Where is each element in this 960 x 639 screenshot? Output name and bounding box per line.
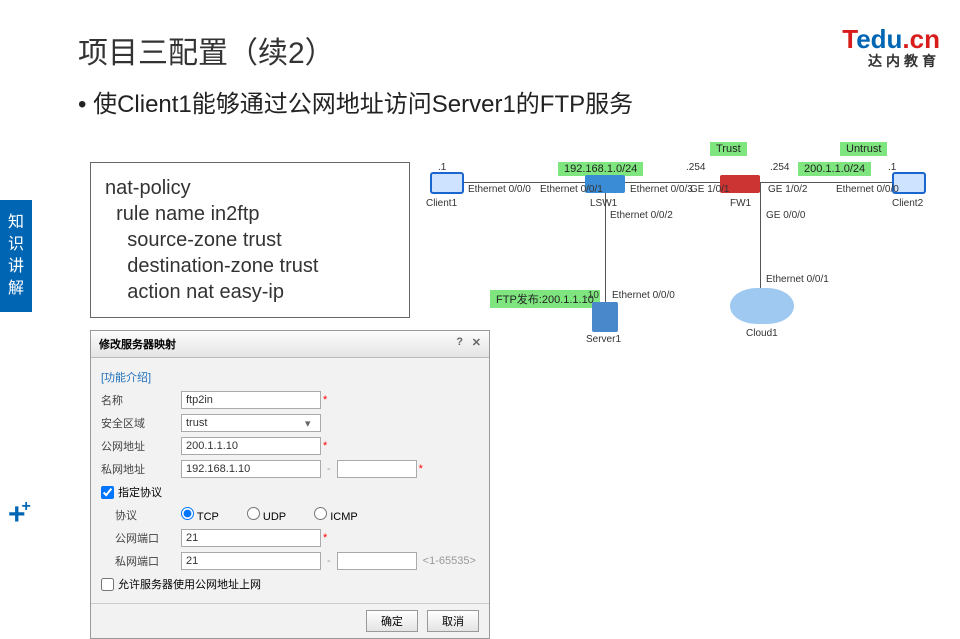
public-port-input[interactable] (181, 529, 321, 547)
if-ge000: GE 0/0/0 (766, 210, 805, 221)
label-public-port: 公网端口 (115, 530, 181, 546)
dialog-title-bar: 修改服务器映射 ? ✕ (91, 331, 489, 358)
client2-host-ip: .1 (888, 162, 896, 173)
if-eth000-c: Ethernet 0/0/0 (612, 290, 675, 301)
client2-label: Client2 (892, 198, 923, 209)
port-range-hint: <1-65535> (423, 555, 476, 567)
dialog-title: 修改服务器映射 (99, 339, 176, 351)
if-eth001-b: Ethernet 0/0/1 (766, 274, 829, 285)
ok-button[interactable]: 确定 (366, 610, 418, 632)
label-name: 名称 (101, 392, 181, 408)
subnet-1-label: 192.168.1.0/24 (558, 162, 643, 176)
nat-policy-code: nat-policy rule name in2ftp source-zone … (90, 162, 410, 318)
label-public-ip: 公网地址 (101, 438, 181, 454)
if-eth000-a: Ethernet 0/0/0 (468, 184, 531, 195)
chevron-down-icon[interactable]: ▾ (305, 417, 311, 430)
private-ip-input-1[interactable] (181, 460, 321, 478)
close-icon[interactable]: ✕ (472, 336, 481, 349)
protocol-radio-icmp[interactable]: ICMP (314, 507, 358, 523)
server1-host-ip: .10 (585, 290, 599, 301)
specify-protocol-checkbox[interactable] (101, 486, 114, 499)
cloud1-icon (730, 288, 794, 324)
if-eth002: Ethernet 0/0/2 (610, 210, 673, 221)
feature-intro-link[interactable]: [功能介绍] (101, 369, 151, 385)
if-ge102: GE 1/0/2 (768, 184, 807, 195)
slide-title: 项目三配置（续2） (78, 28, 335, 72)
server-mapping-dialog: 修改服务器映射 ? ✕ [功能介绍] 名称 * 安全区域 ▾ 公网地址 * 私网… (90, 330, 490, 639)
client1-icon (430, 172, 464, 194)
server1-label: Server1 (586, 334, 621, 345)
client1-host-ip: .1 (438, 162, 446, 173)
cancel-button[interactable]: 取消 (427, 610, 479, 632)
bullet-text: • 使Client1能够通过公网地址访问Server1的FTP服务 (78, 84, 633, 119)
brand-logo: Tedu.cn 达内教育 (842, 24, 940, 71)
fw1-label: FW1 (730, 198, 751, 209)
protocol-radio-udp[interactable]: UDP (247, 507, 286, 523)
allow-server-public-checkbox[interactable] (101, 578, 114, 591)
server1-icon (592, 302, 618, 332)
side-tab-knowledge: 知识讲解 (0, 200, 32, 312)
help-icon[interactable]: ? (456, 336, 463, 348)
private-port-input-1[interactable] (181, 552, 321, 570)
zone-untrust-label: Untrust (840, 142, 887, 156)
private-ip-input-2[interactable] (337, 460, 417, 478)
client1-label: Client1 (426, 198, 457, 209)
protocol-radio-tcp[interactable]: TCP (181, 507, 219, 523)
zone-trust-label: Trust (710, 142, 747, 156)
lsw1-label: LSW1 (590, 198, 617, 209)
label-protocol: 协议 (115, 507, 181, 523)
ftp-publish-label: FTP发布:200.1.1.10 (490, 290, 600, 308)
label-private-port: 私网端口 (115, 553, 181, 569)
if-ge101: GE 1/0/1 (690, 184, 729, 195)
network-diagram: Trust Untrust 192.168.1.0/24 200.1.1.0/2… (420, 140, 940, 350)
subnet-2-label: 200.1.1.0/24 (798, 162, 871, 176)
name-input[interactable] (181, 391, 321, 409)
plus-decor-icon: ++ (8, 498, 31, 532)
label-allow-public: 允许服务器使用公网地址上网 (118, 576, 261, 592)
private-port-input-2[interactable] (337, 552, 417, 570)
zone-select[interactable] (181, 414, 321, 432)
if-eth003: Ethernet 0/0/3 (630, 184, 693, 195)
if-eth001-a: Ethernet 0/0/1 (540, 184, 603, 195)
lsw-254-ip: .254 (686, 162, 705, 173)
label-zone: 安全区域 (101, 415, 181, 431)
fw-254-ip: .254 (770, 162, 789, 173)
public-ip-input[interactable] (181, 437, 321, 455)
label-private-ip: 私网地址 (101, 461, 181, 477)
if-eth000-b: Ethernet 0/0/0 (836, 184, 899, 195)
label-specify-protocol: 指定协议 (118, 484, 162, 500)
cloud1-label: Cloud1 (746, 328, 778, 339)
